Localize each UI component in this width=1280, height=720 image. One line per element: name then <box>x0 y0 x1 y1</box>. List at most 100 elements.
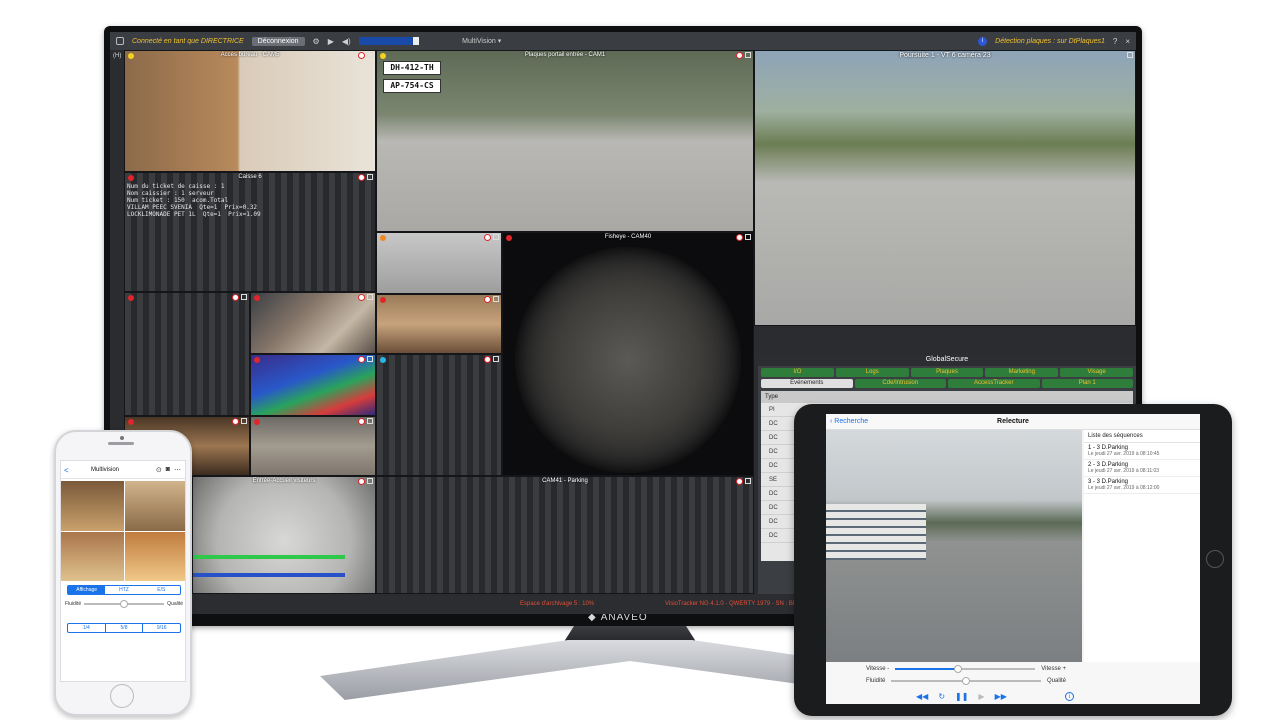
menu-item-marketing[interactable]: Marketing <box>985 368 1059 377</box>
grid-button-1-4[interactable]: 1/4 <box>68 624 106 632</box>
camera-tile-parking-heat[interactable] <box>250 354 376 416</box>
expand-icon[interactable] <box>241 294 247 300</box>
menu-item-io[interactable]: I/O <box>761 368 834 377</box>
quality-slider[interactable] <box>84 600 165 608</box>
record-icon[interactable] <box>484 234 491 241</box>
quality-slider-knob[interactable] <box>120 600 129 608</box>
record-icon[interactable] <box>358 52 365 59</box>
grid-button-5-8[interactable]: 5/8 <box>106 624 144 632</box>
record-icon[interactable] <box>358 174 365 181</box>
tab-plan[interactable]: Plan 1 <box>1041 379 1133 388</box>
record-icon[interactable] <box>358 294 365 301</box>
camera-tile-cash[interactable] <box>250 292 376 354</box>
tablet-home-button[interactable] <box>1206 550 1224 568</box>
expand-icon[interactable] <box>493 356 499 362</box>
info-icon[interactable]: i <box>978 36 988 46</box>
record-icon[interactable] <box>736 52 743 59</box>
list-item[interactable]: 3 - 3 D.Parking Le jeudi 27 avr. 2019 à … <box>1084 477 1200 494</box>
rewind-icon[interactable]: ◀◀ <box>916 692 928 701</box>
expand-icon[interactable] <box>745 52 751 58</box>
gear-icon[interactable]: ⚙ <box>313 37 320 46</box>
expand-icon[interactable] <box>367 478 373 484</box>
phone-camera-tile[interactable] <box>61 531 124 581</box>
camera-tile-office[interactable]: Accès bureau - CAM5 <box>124 50 376 172</box>
camera-tile-fisheye[interactable]: Fisheye - CAM40 <box>502 232 754 476</box>
record-icon[interactable] <box>358 418 365 425</box>
tab-evenements[interactable]: Evénements <box>761 379 853 388</box>
phone-home-button[interactable] <box>110 684 134 708</box>
segment-htz[interactable]: HTZ <box>105 586 142 594</box>
close-button[interactable]: × <box>1125 37 1130 46</box>
expand-icon[interactable] <box>367 356 373 362</box>
camera-tile-plates[interactable]: Plaques portail entrée - CAM1 DH-412-TH … <box>376 50 754 232</box>
play-icon[interactable]: ▶ <box>978 692 984 701</box>
camera-tile-parking-wide[interactable]: CAM41 - Parking <box>376 476 754 594</box>
back-button[interactable]: < <box>64 466 69 475</box>
phone-camera-tile[interactable] <box>124 481 185 531</box>
quality-row: Fluidité Qualité <box>866 677 1066 685</box>
quality-slider-knob[interactable] <box>962 677 971 685</box>
record-icon[interactable] <box>484 356 491 363</box>
camera-tile-store[interactable] <box>250 416 376 476</box>
view-selector[interactable]: MultiVision ▾ <box>427 37 537 45</box>
menu-item-plaques[interactable]: Plaques <box>910 368 984 377</box>
tab-intrusion[interactable]: Cde/Intrusion <box>854 379 946 388</box>
camera-tile-parking[interactable] <box>376 354 502 476</box>
grid-button-9-16[interactable]: 9/16 <box>143 624 180 632</box>
expand-icon[interactable] <box>493 234 499 240</box>
alarm-indicator <box>380 357 386 363</box>
camera-tile-entrance[interactable]: Entrée-Accueil visiteurs <box>192 476 376 594</box>
play-icon[interactable]: ▶ <box>328 37 334 46</box>
expand-icon[interactable] <box>367 418 373 424</box>
camera-label: Plaques portail entrée - CAM1 <box>524 52 606 58</box>
expand-icon[interactable] <box>241 418 247 424</box>
info-icon[interactable]: i <box>1065 692 1074 701</box>
camera-tile-cashier[interactable]: Caisse 6 Num du ticket de caisse : 1 Nom … <box>124 172 376 292</box>
tab-accesstracker[interactable]: AccessTracker <box>948 379 1040 388</box>
speed-slider[interactable] <box>895 665 1036 673</box>
camera-tile-stock[interactable] <box>124 292 250 416</box>
speed-slider-knob[interactable] <box>954 665 963 673</box>
reload-icon[interactable]: ↻ <box>938 692 945 701</box>
expand-icon[interactable] <box>367 174 373 180</box>
more-icon[interactable]: ⋯ <box>174 466 181 474</box>
expand-icon[interactable] <box>367 294 373 300</box>
record-icon[interactable] <box>736 234 743 241</box>
speed-row: Vitesse - Vitesse + <box>866 665 1066 673</box>
camera-tile-tracking[interactable]: Poursuite 1 - VT 6 caméra 23 <box>754 50 1136 326</box>
segment-es[interactable]: E/S <box>143 586 180 594</box>
record-icon[interactable] <box>484 296 491 303</box>
list-item[interactable]: 2 - 3 D.Parking Le jeudi 27 avr. 2019 à … <box>1084 460 1200 477</box>
segment-affichage[interactable]: Affichage <box>68 586 106 594</box>
expand-icon[interactable] <box>1127 52 1133 58</box>
record-icon[interactable] <box>358 356 365 363</box>
expand-icon[interactable] <box>493 296 499 302</box>
camera-tile-showroom[interactable] <box>376 294 502 354</box>
volume-slider[interactable] <box>358 37 419 45</box>
menu-item-visage[interactable]: Visage <box>1060 368 1133 377</box>
pause-icon[interactable]: ❚❚ <box>955 692 968 701</box>
camera-tile-drawer[interactable] <box>376 232 502 294</box>
record-icon[interactable] <box>232 294 239 301</box>
expand-icon[interactable] <box>745 478 751 484</box>
record-icon[interactable] <box>358 478 365 485</box>
forward-icon[interactable]: ▶▶ <box>995 692 1007 701</box>
disconnect-button[interactable]: Déconnexion <box>251 36 305 46</box>
record-icon[interactable] <box>736 478 743 485</box>
plate-readout-2: AP-754-CS <box>383 79 441 93</box>
menu-item-logs[interactable]: Logs <box>835 368 909 377</box>
camera-icon[interactable]: ◙ <box>166 466 170 474</box>
lock-icon[interactable] <box>116 37 124 45</box>
record-icon[interactable]: ⊙ <box>156 466 162 474</box>
volume-slider-knob[interactable] <box>412 37 419 45</box>
expand-icon[interactable] <box>367 52 373 58</box>
help-button[interactable]: ? <box>1113 37 1117 46</box>
volume-icon[interactable]: ◀) <box>342 37 351 46</box>
record-icon[interactable] <box>232 418 239 425</box>
phone-camera-tile[interactable] <box>124 531 185 581</box>
list-item[interactable]: 1 - 3 D.Parking Le jeudi 27 avr. 2019 à … <box>1084 443 1200 460</box>
phone-camera-tile[interactable] <box>61 481 124 531</box>
quality-slider[interactable] <box>891 677 1041 685</box>
expand-icon[interactable] <box>745 234 751 240</box>
playback-video[interactable] <box>826 430 1082 662</box>
